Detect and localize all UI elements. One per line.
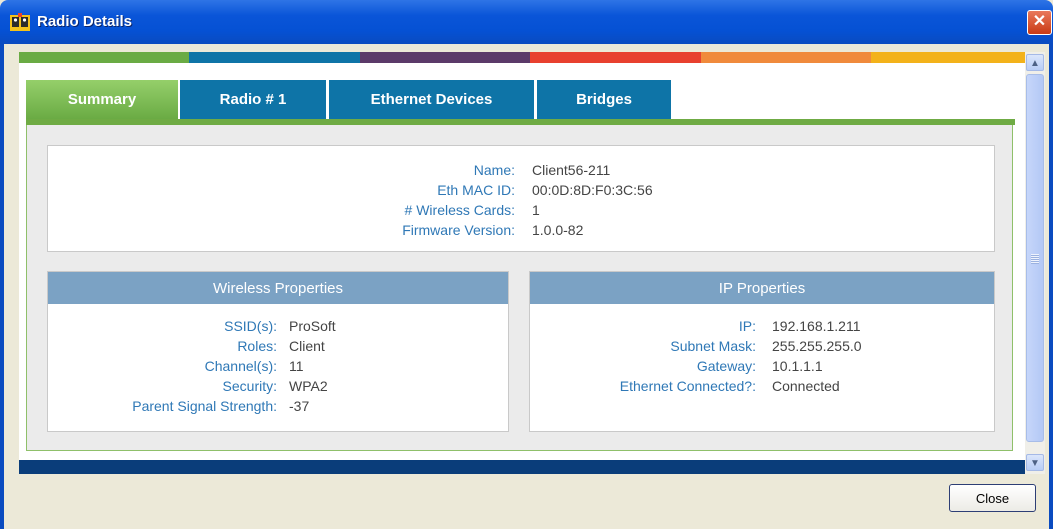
name-label: Name:: [473, 162, 515, 178]
scrollbar-grip-icon: [1031, 254, 1039, 264]
ip-value: 192.168.1.211: [772, 318, 861, 334]
ip-properties-card: IP Properties IP: 192.168.1.211 Subnet M…: [529, 271, 995, 432]
tab-label: Radio # 1: [219, 91, 287, 108]
close-button[interactable]: Close: [949, 484, 1036, 512]
firmware-label: Firmware Version:: [402, 222, 515, 238]
channel-value: 11: [289, 358, 304, 374]
ip-properties-header: IP Properties: [530, 272, 994, 304]
tab-label: Summary: [67, 91, 137, 108]
ssid-label: SSID(s):: [224, 318, 277, 334]
title-bar: Radio Details ✕: [0, 0, 1053, 44]
panel-bottom-band: [19, 460, 1025, 474]
gateway-label: Gateway:: [696, 358, 756, 374]
tab-label: Ethernet Devices: [370, 91, 493, 108]
color-stripe-5: [701, 52, 871, 63]
channel-label: Channel(s):: [204, 358, 277, 374]
summary-content: Name: Client56-211 Eth MAC ID: 00:0D:8D:…: [26, 125, 1013, 451]
color-stripe-2: [189, 52, 360, 63]
wireless-properties-card: Wireless Properties SSID(s): ProSoft Rol…: [47, 271, 509, 432]
tab-ethernet-devices[interactable]: Ethernet Devices: [329, 80, 534, 119]
window-close-icon[interactable]: ✕: [1027, 10, 1052, 35]
ip-label: IP:: [738, 318, 756, 334]
security-value: WPA2: [289, 378, 328, 394]
security-label: Security:: [222, 378, 277, 394]
signal-strength-label: Parent Signal Strength:: [132, 398, 277, 414]
gateway-value: 10.1.1.1: [772, 358, 823, 374]
color-stripe-3: [360, 52, 530, 63]
name-value: Client56-211: [532, 162, 611, 178]
wireless-cards-value: 1: [532, 202, 540, 218]
window-title: Radio Details: [37, 13, 133, 30]
tab-bridges[interactable]: Bridges: [537, 80, 671, 119]
color-stripe-6: [871, 52, 1025, 63]
app-icon: [10, 13, 30, 31]
scroll-up-icon[interactable]: ▲: [1026, 54, 1044, 71]
window-frame-left: [0, 44, 4, 529]
tab-label: Bridges: [576, 91, 632, 108]
roles-value: Client: [289, 338, 325, 354]
color-stripe-1: [19, 52, 189, 63]
subnet-mask-value: 255.255.255.0: [772, 338, 862, 354]
firmware-value: 1.0.0-82: [532, 222, 584, 238]
signal-strength-value: -37: [289, 398, 310, 414]
wireless-properties-header: Wireless Properties: [48, 272, 508, 304]
color-stripe-4: [530, 52, 701, 63]
wireless-cards-label: # Wireless Cards:: [404, 202, 515, 218]
mac-label: Eth MAC ID:: [437, 182, 515, 198]
subnet-mask-label: Subnet Mask:: [670, 338, 756, 354]
ethernet-connected-value: Connected: [772, 378, 840, 394]
roles-label: Roles:: [237, 338, 277, 354]
mac-value: 00:0D:8D:F0:3C:56: [532, 182, 653, 198]
window-frame-right: [1049, 44, 1053, 529]
tab-summary[interactable]: Summary: [26, 80, 178, 119]
scroll-down-icon[interactable]: ▼: [1026, 454, 1044, 471]
ethernet-connected-label: Ethernet Connected?:: [619, 378, 756, 394]
ssid-value: ProSoft: [289, 318, 336, 334]
summary-card: Name: Client56-211 Eth MAC ID: 00:0D:8D:…: [47, 145, 995, 252]
tab-radio-1[interactable]: Radio # 1: [180, 80, 326, 119]
